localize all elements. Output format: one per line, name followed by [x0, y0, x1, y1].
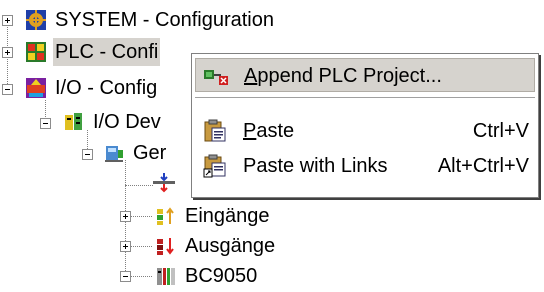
tree-connector: [130, 276, 152, 277]
outputs-icon: [157, 238, 174, 255]
tree-connector: [130, 216, 152, 217]
collapse-toggle-io-devices[interactable]: [40, 118, 51, 129]
menu-item-paste-with-links[interactable]: Paste with Links Alt+Ctrl+V: [195, 149, 535, 183]
io-config-icon: [26, 78, 46, 98]
tree-node-label: I/O Dev: [93, 111, 161, 133]
menu-item-label: Paste: [243, 120, 295, 142]
expand-toggle-system[interactable]: [2, 15, 13, 26]
collapse-toggle-device[interactable]: [82, 149, 93, 160]
paste-with-links-icon: [203, 154, 226, 178]
tree-node-label: Ger: [133, 142, 167, 164]
bus-coupler-icon: [153, 173, 175, 193]
context-menu: Append PLC Project... Paste Ctrl+V Paste…: [191, 53, 539, 198]
expand-toggle-inputs[interactable]: [120, 211, 131, 222]
inputs-icon: [157, 207, 174, 225]
paste-icon: [204, 119, 226, 142]
tree-connector: [130, 246, 152, 247]
device-icon: [105, 146, 123, 162]
menu-item-shortcut: Alt+Ctrl+V: [437, 155, 529, 177]
menu-item-append-plc-project[interactable]: Append PLC Project...: [195, 58, 535, 92]
plc-config-icon: [26, 42, 46, 62]
menu-separator: [195, 97, 535, 99]
menu-item-paste[interactable]: Paste Ctrl+V: [195, 114, 535, 148]
io-devices-icon: [65, 113, 82, 130]
tree-node-label: PLC - Confi: [53, 38, 161, 66]
tree-node-label: SYSTEM - Configuration: [55, 9, 274, 31]
expand-toggle-outputs[interactable]: [120, 241, 131, 252]
bc9050-icon: [157, 268, 175, 285]
menu-item-label: Append PLC Project...: [244, 65, 442, 87]
system-config-icon: [26, 10, 46, 30]
expand-toggle-plc[interactable]: [2, 47, 13, 58]
menu-item-label: Paste with Links: [243, 155, 388, 177]
tree-node-label: Eingänge: [185, 205, 270, 227]
collapse-toggle-bc9050[interactable]: [120, 271, 131, 282]
tree-node-label: BC9050: [185, 265, 258, 287]
tree-node-label: I/O - Config: [55, 77, 158, 99]
menu-item-shortcut: Ctrl+V: [472, 120, 529, 142]
tree-node-label: Ausgänge: [185, 235, 276, 257]
collapse-toggle-io[interactable]: [2, 84, 13, 95]
tree-connector: [125, 185, 153, 186]
append-plc-project-icon: [204, 70, 228, 85]
tree-connector: [7, 27, 8, 92]
